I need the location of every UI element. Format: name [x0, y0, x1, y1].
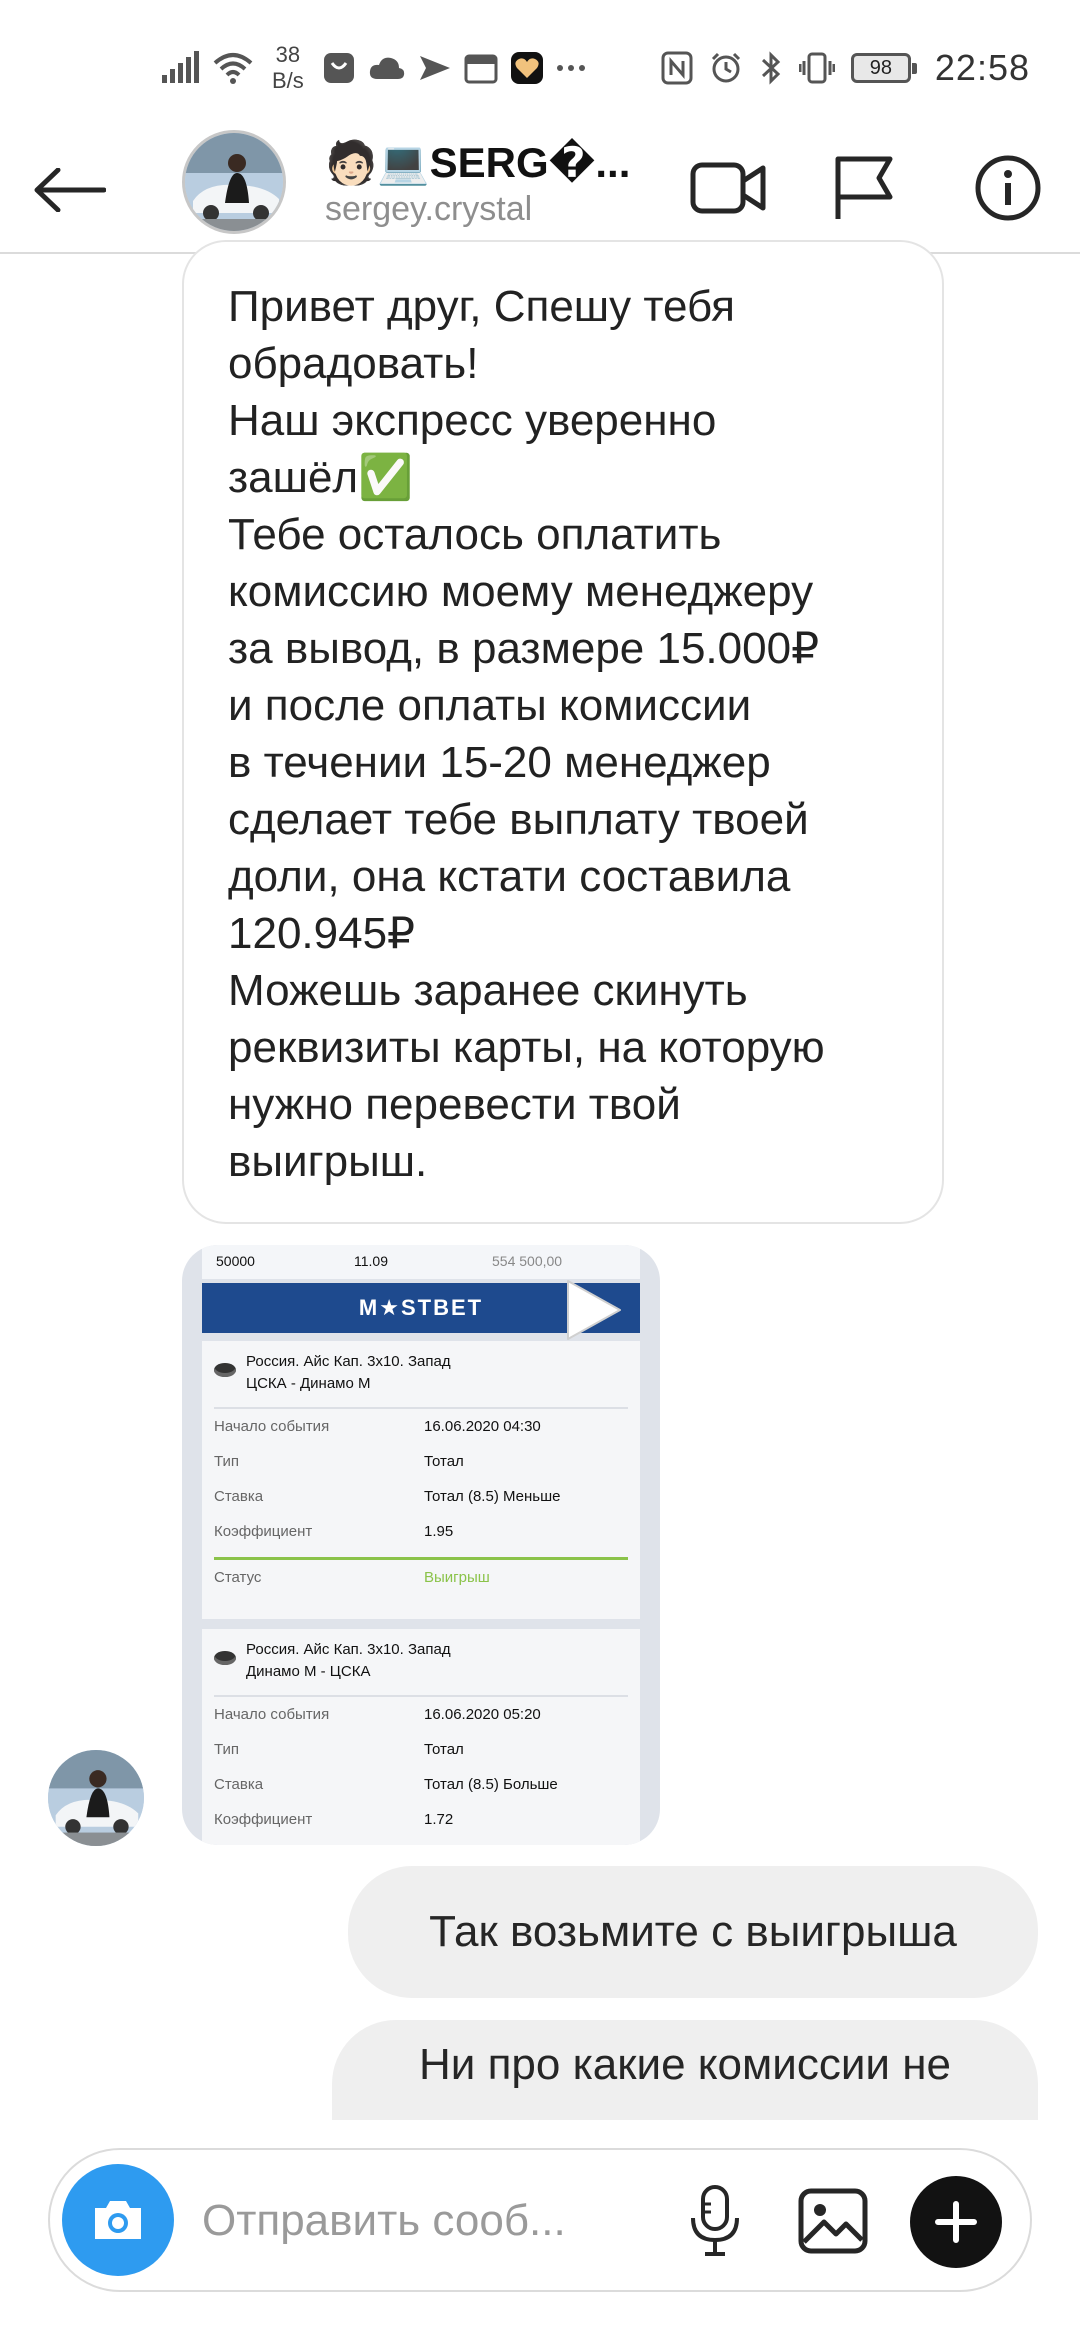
- calendar-icon: [464, 54, 498, 84]
- ticket-bet-card: Россия. Айс Кап. 3х10. Запад ЦСКА - Дина…: [202, 1341, 640, 1619]
- outgoing-message-bubble[interactable]: Ни про какие комиссии не: [332, 2020, 1038, 2120]
- ticket-top-row: 50000 11.09 554 500,00: [202, 1245, 640, 1279]
- ticket-row-value: 1.95: [424, 1523, 454, 1540]
- back-button[interactable]: [30, 158, 110, 222]
- ticket-row: Коэффициент 1.95: [214, 1514, 628, 1549]
- ticket-row-value: 16.06.2020 04:30: [424, 1418, 541, 1435]
- ticket-status-row: Статус Выигрыш: [214, 1557, 628, 1595]
- ticket-row: Тип Тотал: [214, 1732, 628, 1767]
- ticket-bet-card: Россия. Айс Кап. 3х10. Запад Динамо М - …: [202, 1629, 640, 1845]
- hockey-puck-icon: [214, 1651, 236, 1665]
- ticket-league: Россия. Айс Кап. 3х10. Запад: [246, 1353, 451, 1370]
- ticket-row-label: Тип: [214, 1741, 240, 1758]
- chat-header: 🧑🏻💻SERG�... sergey.crystal: [0, 130, 1080, 254]
- vibrate-icon: [798, 52, 835, 84]
- ticket-row: Ставка Тотал (8.5) Меньше: [214, 1479, 628, 1514]
- ticket-row: Коэффициент 1.72: [214, 1802, 628, 1837]
- status-left-icons: 38 B/s: [160, 38, 586, 98]
- status-bar: 38 B/s 98 22:58: [0, 0, 1080, 130]
- ticket-row-label: Ставка: [214, 1776, 264, 1793]
- microphone-icon: [691, 2185, 739, 2256]
- contact-name[interactable]: 🧑🏻💻SERG�...: [325, 138, 630, 188]
- incoming-image-message[interactable]: 50000 11.09 554 500,00 M★STBET Россия. А…: [182, 1245, 660, 1845]
- video-call-button[interactable]: [688, 148, 768, 228]
- message-composer: [48, 2148, 1032, 2292]
- camera-button[interactable]: [62, 2164, 174, 2276]
- battery-indicator: 98: [850, 53, 917, 83]
- outgoing-message-bubble[interactable]: Так возьмите с выигрыша: [348, 1866, 1038, 1998]
- more-notifications-icon: [556, 65, 585, 71]
- ticket-row: Начало события 16.06.2020 04:30: [214, 1409, 628, 1444]
- outgoing-message-text: Ни про какие комиссии не: [419, 2040, 951, 2089]
- wifi-icon: [213, 53, 253, 84]
- camera-icon: [95, 2201, 141, 2239]
- report-button[interactable]: [824, 148, 904, 228]
- ticket-top-stake: 50000: [216, 1253, 255, 1269]
- ticket-row-label: Начало события: [214, 1418, 330, 1435]
- ticket-row-value: Тотал (8.5) Больше: [424, 1776, 558, 1793]
- ticket-row-value: Тотал (8.5) Меньше: [424, 1488, 561, 1505]
- ticket-row-label: Ставка: [214, 1488, 264, 1505]
- cloud-icon: [369, 57, 404, 79]
- ticket-league: Россия. Айс Кап. 3х10. Запад: [246, 1641, 451, 1658]
- heart-app-icon: [510, 52, 543, 84]
- ticket-row-label: Начало события: [214, 1706, 330, 1723]
- ticket-row-label: Коэффициент: [214, 1523, 313, 1540]
- ticket-top-coef: 11.09: [354, 1253, 388, 1269]
- voice-message-button[interactable]: [672, 2178, 758, 2264]
- ticket-row-value: Тотал: [424, 1741, 464, 1758]
- hockey-puck-icon: [214, 1363, 236, 1377]
- ticket-match: Динамо М - ЦСКА: [246, 1663, 371, 1680]
- play-icon: [567, 1280, 621, 1340]
- send-arrow-icon: [419, 56, 450, 80]
- outgoing-message-text: Так возьмите с выигрыша: [429, 1907, 957, 1956]
- ticket-row-value: Тотал: [424, 1453, 464, 1470]
- instagram-notification-icon: [323, 53, 354, 83]
- ticket-row-label: Коэффициент: [214, 1811, 313, 1828]
- ticket-row-label: Тип: [214, 1453, 240, 1470]
- info-icon: [975, 155, 1041, 221]
- back-arrow-icon: [34, 168, 106, 212]
- message-input[interactable]: [200, 2180, 684, 2262]
- flag-icon: [835, 156, 893, 219]
- incoming-message-text: Привет друг, Спешу тебя обрадовать! Наш …: [228, 282, 825, 1186]
- bluetooth-icon: [761, 51, 781, 85]
- sender-avatar[interactable]: [48, 1750, 144, 1846]
- info-button[interactable]: [968, 148, 1048, 228]
- ticket-status-label: Статус: [214, 1569, 262, 1586]
- network-speed-value: 38: [275, 42, 301, 67]
- ticket-row: Начало события 16.06.2020 05:20: [214, 1697, 628, 1732]
- ticket-bet-title: Россия. Айс Кап. 3х10. Запад Динамо М - …: [214, 1639, 628, 1697]
- video-call-icon: [690, 162, 766, 214]
- avatar-photo: [185, 133, 283, 231]
- plus-icon: [935, 2201, 977, 2243]
- ticket-row: Ставка Тотал (8.5) Больше: [214, 1767, 628, 1802]
- avatar-photo: [48, 1750, 144, 1846]
- ticket-match: ЦСКА - Динамо М: [246, 1375, 371, 1392]
- status-right-icons: 98 22:58: [661, 38, 1030, 98]
- gallery-icon: [798, 2188, 868, 2254]
- incoming-message-bubble[interactable]: Привет друг, Спешу тебя обрадовать! Наш …: [182, 240, 944, 1224]
- alarm-icon: [711, 52, 740, 83]
- ticket-top-payout: 554 500,00: [492, 1253, 563, 1269]
- nfc-icon: [661, 51, 693, 85]
- ticket-row-value: 16.06.2020 05:20: [424, 1706, 541, 1723]
- brand-logo-text: M★STBET: [358, 1295, 484, 1320]
- network-speed-unit: B/s: [272, 68, 304, 93]
- ticket-row-value: 1.72: [424, 1811, 454, 1828]
- gallery-button[interactable]: [790, 2178, 876, 2264]
- ticket-bet-title: Россия. Айс Кап. 3х10. Запад ЦСКА - Дина…: [214, 1351, 628, 1409]
- more-actions-button[interactable]: [910, 2176, 1002, 2268]
- signal-icon: [162, 51, 199, 83]
- header-avatar[interactable]: [182, 130, 286, 234]
- contact-username[interactable]: sergey.crystal: [325, 190, 532, 229]
- status-time: 22:58: [934, 47, 1030, 88]
- ticket-status-value: Выигрыш: [424, 1569, 490, 1586]
- network-speed: 38 B/s: [272, 42, 304, 94]
- ticket-row: Тип Тотал: [214, 1444, 628, 1479]
